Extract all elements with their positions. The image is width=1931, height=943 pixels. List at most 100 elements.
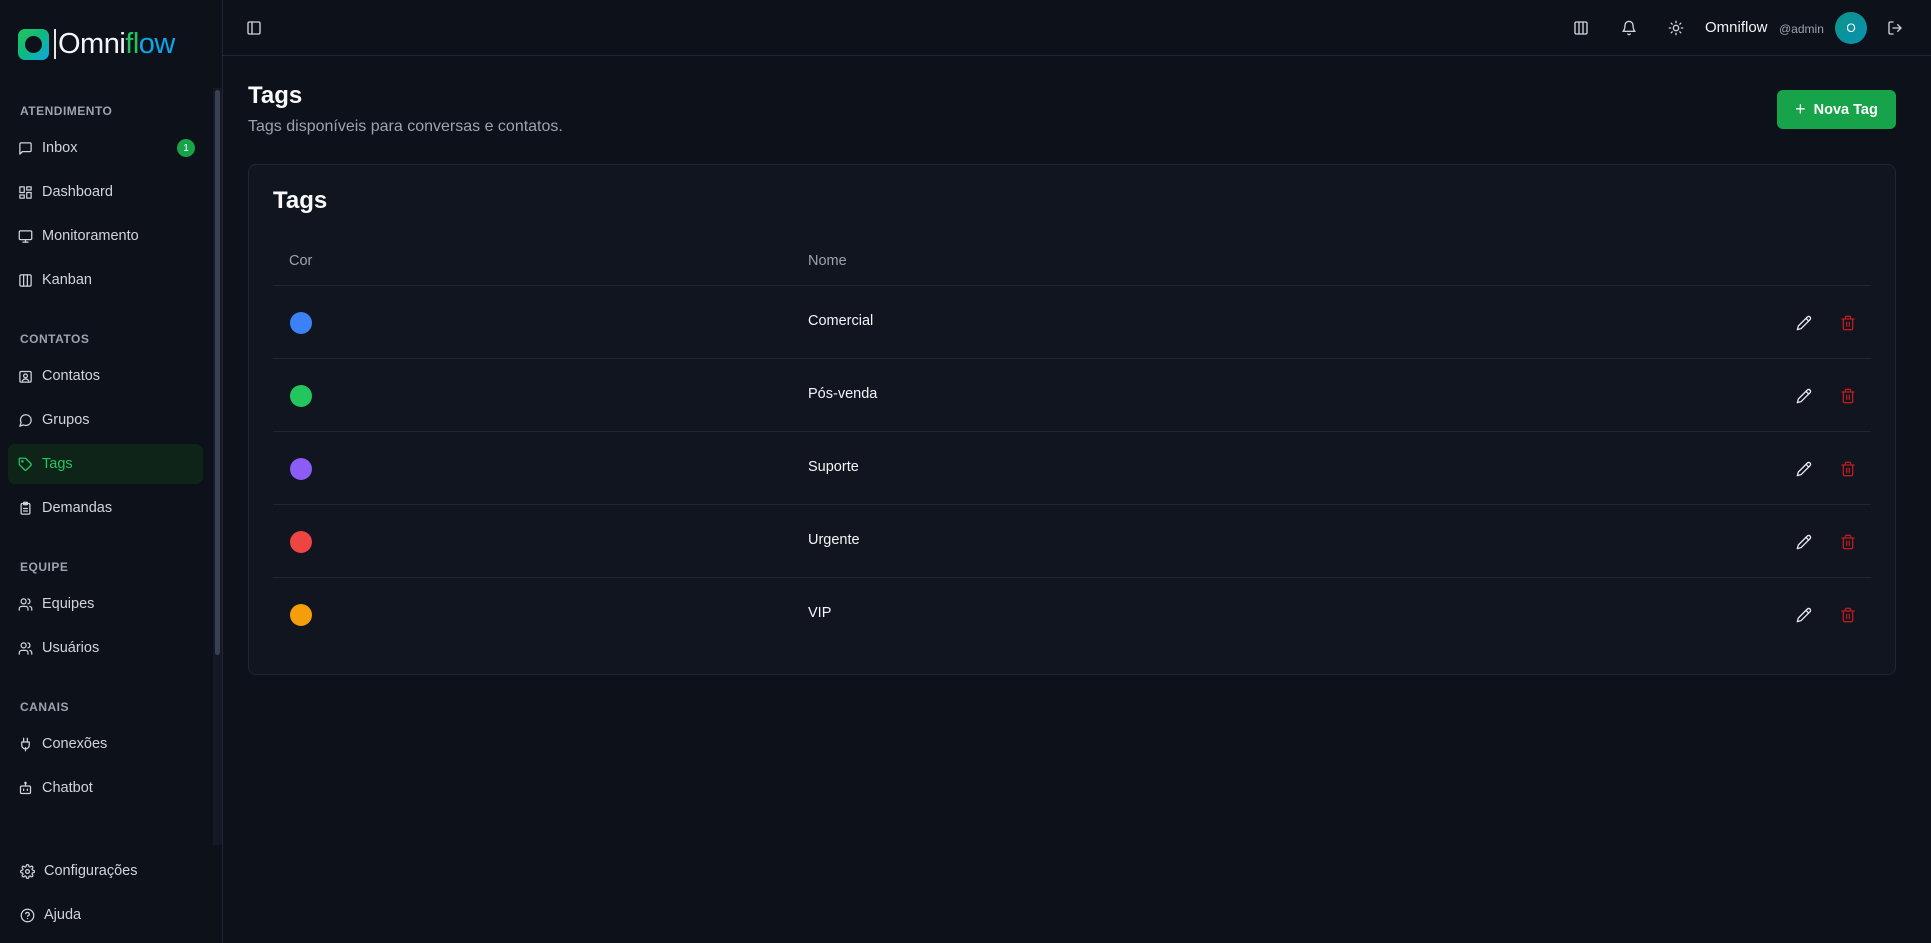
settings-label: Configurações xyxy=(44,863,138,879)
notifications-button[interactable] xyxy=(1614,13,1644,43)
logo-text: Omniflow xyxy=(58,27,175,60)
sidebar-item-label: Demandas xyxy=(42,500,113,516)
table-row: VIP xyxy=(273,577,1871,650)
new-tag-button[interactable]: + Nova Tag xyxy=(1777,90,1896,129)
help-label: Ajuda xyxy=(44,907,82,923)
tag-name: VIP xyxy=(808,605,832,621)
trash-icon xyxy=(1841,534,1855,550)
tag-color-dot xyxy=(290,458,312,480)
sidebar-item-label: Usuários xyxy=(42,640,100,656)
sidebar-item-demandas[interactable]: Demandas xyxy=(8,488,203,528)
new-tag-label: Nova Tag xyxy=(1813,101,1878,118)
sidebar-item-label: Conexões xyxy=(42,736,108,752)
help-button[interactable]: Ajuda xyxy=(12,895,207,935)
tag-icon xyxy=(18,457,32,471)
pencil-icon xyxy=(1796,388,1812,404)
delete-button[interactable] xyxy=(1833,454,1863,484)
gear-icon xyxy=(20,863,35,879)
sidebar-item-conexoes[interactable]: Conexões xyxy=(8,724,203,764)
plug-icon xyxy=(21,737,30,751)
avatar[interactable]: O xyxy=(1835,12,1867,44)
theme-toggle-button[interactable] xyxy=(1661,13,1691,43)
section-title-contatos: CONTATOS xyxy=(20,332,90,346)
delete-button[interactable] xyxy=(1833,308,1863,338)
tag-name: Pós-venda xyxy=(808,386,878,402)
plus-icon: + xyxy=(1795,99,1806,119)
sidebar-item-usuarios[interactable]: Usuários xyxy=(8,628,203,668)
sidebar-toggle-button[interactable] xyxy=(239,13,269,43)
logout-icon xyxy=(1888,21,1902,35)
sidebar-item-label: Grupos xyxy=(42,412,90,428)
contact-icon xyxy=(19,370,32,383)
page-subtitle: Tags disponíveis para conversas e contat… xyxy=(248,118,563,135)
sidebar-item-grupos[interactable]: Grupos xyxy=(8,400,203,440)
pencil-icon xyxy=(1796,461,1812,477)
sidebar-item-monitoramento[interactable]: Monitoramento xyxy=(8,216,203,256)
table-row: Pós-venda xyxy=(273,358,1871,431)
sidebar-item-label: Chatbot xyxy=(42,780,93,796)
sidebar-item-label: Dashboard xyxy=(42,184,113,200)
table-row: Suporte xyxy=(273,431,1871,504)
edit-button[interactable] xyxy=(1789,527,1819,557)
message-square-icon xyxy=(19,141,32,155)
sidebar-item-inbox[interactable]: Inbox 1 xyxy=(8,128,203,168)
delete-button[interactable] xyxy=(1833,527,1863,557)
kanban-icon xyxy=(19,273,32,287)
bell-icon xyxy=(1622,20,1636,36)
sidebar-item-chatbot[interactable]: Chatbot xyxy=(8,768,203,808)
pencil-icon xyxy=(1796,315,1812,331)
edit-button[interactable] xyxy=(1789,454,1819,484)
clipboard-icon xyxy=(20,501,31,515)
section-title-atendimento: ATENDIMENTO xyxy=(20,104,113,118)
pencil-icon xyxy=(1796,534,1812,550)
tag-color-dot xyxy=(290,604,312,626)
column-header-name: Nome xyxy=(808,253,847,269)
trash-icon xyxy=(1841,607,1855,623)
settings-button[interactable]: Configurações xyxy=(12,851,207,891)
columns-view-button[interactable] xyxy=(1566,13,1596,43)
logo[interactable]: Omniflow xyxy=(18,26,175,62)
columns-icon xyxy=(1574,21,1588,35)
panel-left-icon xyxy=(247,21,261,35)
sidebar-item-contatos[interactable]: Contatos xyxy=(8,356,203,396)
delete-button[interactable] xyxy=(1833,381,1863,411)
card-title: Tags xyxy=(273,187,328,214)
tag-color-dot xyxy=(290,531,312,553)
sidebar-item-label: Monitoramento xyxy=(42,228,139,244)
sidebar-item-dashboard[interactable]: Dashboard xyxy=(8,172,203,212)
trash-icon xyxy=(1841,388,1855,404)
layout-dashboard-icon xyxy=(19,185,32,199)
delete-button[interactable] xyxy=(1833,600,1863,630)
sidebar-scrollbar-thumb[interactable] xyxy=(215,90,220,655)
tags-card: Tags Cor Nome Comercial Pós-venda Suport… xyxy=(248,164,1896,675)
tag-name: Urgente xyxy=(808,532,860,548)
trash-icon xyxy=(1841,315,1855,331)
table-row: Urgente xyxy=(273,504,1871,577)
user-name: Omniflow xyxy=(1705,19,1768,36)
edit-button[interactable] xyxy=(1789,381,1819,411)
top-header: Omniflow @admin O xyxy=(223,0,1931,56)
edit-button[interactable] xyxy=(1789,308,1819,338)
trash-icon xyxy=(1841,461,1855,477)
sidebar-item-equipes[interactable]: Equipes xyxy=(8,584,203,624)
pencil-icon xyxy=(1796,607,1812,623)
app-root: Omniflow ATENDIMENTO Inbox 1 Dashboard M… xyxy=(0,0,1931,943)
section-title-equipe: EQUIPE xyxy=(20,560,69,574)
tag-color-dot xyxy=(290,312,312,334)
section-title-canais: CANAIS xyxy=(20,700,70,714)
sidebar-item-label: Equipes xyxy=(42,596,95,612)
sidebar-item-label: Contatos xyxy=(42,368,101,384)
tag-color-dot xyxy=(290,385,312,407)
user-handle: @admin xyxy=(1779,22,1824,36)
sidebar-item-tags[interactable]: Tags xyxy=(8,444,203,484)
sidebar: Omniflow ATENDIMENTO Inbox 1 Dashboard M… xyxy=(0,0,223,943)
sidebar-item-kanban[interactable]: Kanban xyxy=(8,260,203,300)
sidebar-item-label: Kanban xyxy=(42,272,92,288)
users-icon xyxy=(18,597,33,611)
tag-name: Suporte xyxy=(808,459,859,475)
logout-button[interactable] xyxy=(1880,13,1910,43)
sun-icon xyxy=(1668,20,1684,36)
edit-button[interactable] xyxy=(1789,600,1819,630)
tag-name: Comercial xyxy=(808,313,874,329)
message-circle-icon xyxy=(19,413,32,427)
